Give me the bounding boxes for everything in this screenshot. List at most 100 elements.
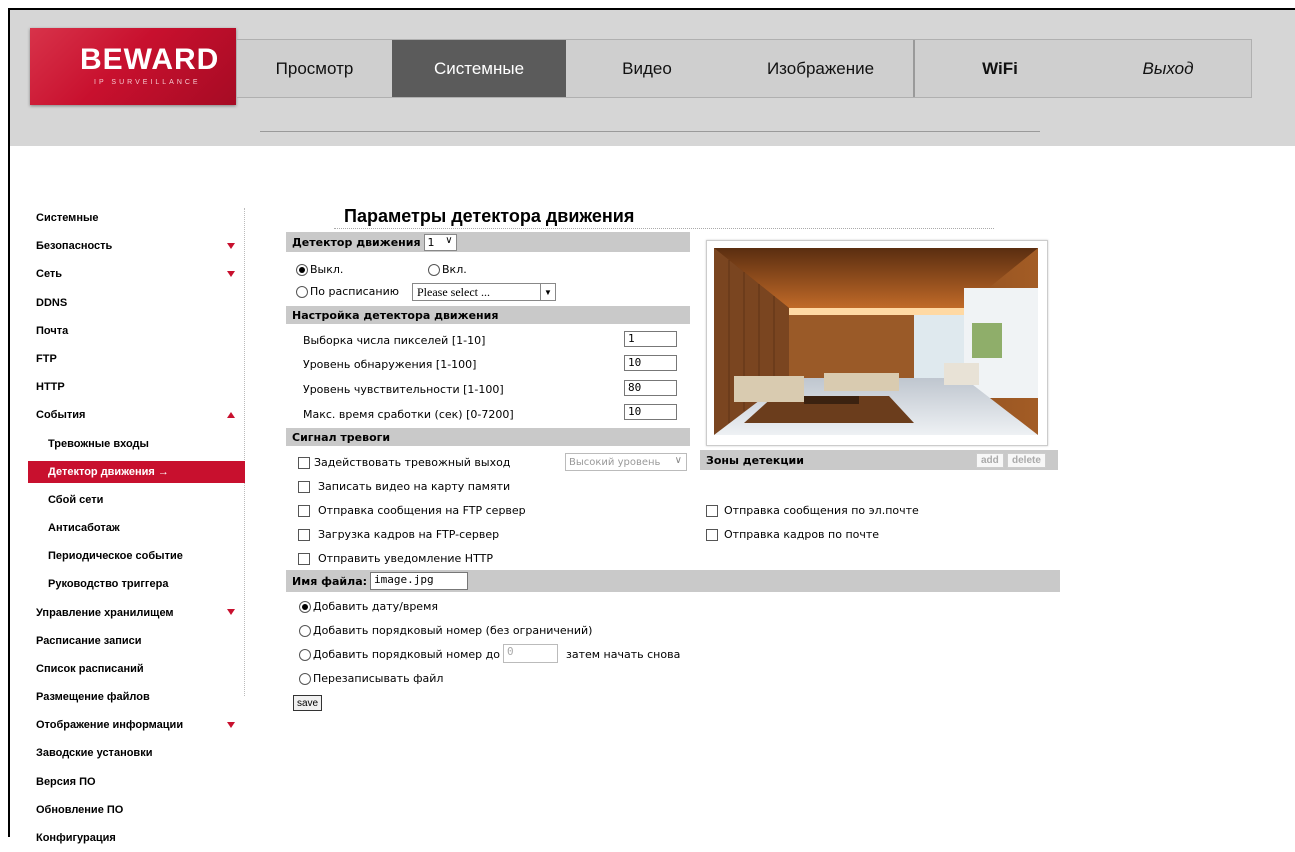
sidebar-item-label: Расписание записи xyxy=(36,634,142,647)
zones-header: Зоны детекции add delete xyxy=(700,450,1058,470)
param-input-max-time[interactable]: 10 xyxy=(624,404,677,420)
sidebar-item-label: DDNS xyxy=(36,296,68,309)
sidebar-item-label: Список расписаний xyxy=(36,662,144,675)
detector-select-value: 1 xyxy=(427,235,435,249)
beward-logo: BEWARD IP SURVEILLANCE xyxy=(30,28,236,105)
record-sd-checkbox[interactable] xyxy=(298,481,310,493)
page-title: Параметры детектора движения xyxy=(344,206,635,226)
sidebar-item-label: Руководство триггера xyxy=(48,578,169,591)
param-input-detection[interactable]: 10 xyxy=(624,355,677,371)
radio-off-label: Выкл. xyxy=(310,263,344,276)
sidebar-item-schedule-list[interactable]: Список расписаний xyxy=(28,655,245,683)
arrow-right-icon: → xyxy=(157,465,169,478)
alarm-output-checkbox[interactable] xyxy=(298,457,310,469)
sidebar-item-network[interactable]: Сеть xyxy=(28,260,245,288)
filename-input[interactable]: image.jpg xyxy=(370,572,469,590)
collapse-arrow-icon xyxy=(227,412,235,419)
radio-schedule-label: По расписанию xyxy=(310,285,399,298)
detector-label: Детектор движения xyxy=(292,235,421,249)
sidebar-item-label: Детектор движения xyxy=(48,465,155,478)
sidebar-item-firmware-update[interactable]: Обновление ПО xyxy=(28,796,245,824)
zones-label: Зоны детекции xyxy=(706,453,804,467)
filename-header: Имя файла: image.jpg xyxy=(286,570,1060,592)
sidebar-item-label: Безопасность xyxy=(36,240,113,253)
settings-header: Настройка детектора движения xyxy=(286,306,690,324)
record-sd-label: Записать видео на карту памяти xyxy=(318,480,511,493)
save-button[interactable]: save xyxy=(293,695,323,711)
tab-wifi[interactable]: WiFi xyxy=(913,40,1085,97)
sidebar-item-network-failure[interactable]: Сбой сети xyxy=(28,486,245,514)
chevron-down-icon: ∨ xyxy=(674,455,682,466)
sidebar-item-events[interactable]: События xyxy=(28,401,245,429)
detector-select[interactable]: 1 ∨ xyxy=(423,233,457,251)
radio-on[interactable] xyxy=(428,264,440,276)
radio-schedule[interactable] xyxy=(296,286,308,298)
expand-arrow-icon xyxy=(227,271,235,278)
sidebar-item-mail[interactable]: Почта xyxy=(28,317,245,345)
sidebar-item-http[interactable]: HTTP xyxy=(28,373,245,401)
email-message-label: Отправка сообщения по эл.почте xyxy=(724,504,919,517)
radio-overwrite[interactable] xyxy=(299,673,311,685)
param-label-sensitivity: Уровень чувствительности [1-100] xyxy=(303,383,504,396)
sidebar-item-label: Версия ПО xyxy=(36,775,96,788)
sidebar-item-motion-detector[interactable]: Детектор движения → xyxy=(28,460,245,483)
alarm-output-label: Задействовать тревожный выход xyxy=(314,456,511,469)
sidebar-item-trigger-guide[interactable]: Руководство триггера xyxy=(28,570,245,598)
add-zone-button[interactable]: add xyxy=(976,453,1004,468)
sidebar-item-ftp[interactable]: FTP xyxy=(28,345,245,373)
sidebar-item-label: Сеть xyxy=(36,268,63,281)
delete-zone-button[interactable]: delete xyxy=(1007,453,1046,468)
sidebar-item-configuration[interactable]: Конфигурация xyxy=(28,824,245,852)
sidebar-item-ddns[interactable]: DDNS xyxy=(28,289,245,317)
tab-video[interactable]: Видео xyxy=(566,40,728,97)
tab-view[interactable]: Просмотр xyxy=(237,40,392,97)
sidebar-item-label: FTP xyxy=(36,353,57,366)
tab-exit[interactable]: Выход xyxy=(1085,40,1251,97)
expand-arrow-icon xyxy=(227,243,235,250)
radio-seq-unlimited[interactable] xyxy=(299,625,311,637)
sidebar-item-label: Обновление ПО xyxy=(36,803,124,816)
sidebar: Системные Безопасность Сеть DDNS Почта F… xyxy=(28,204,245,852)
ftp-message-checkbox[interactable] xyxy=(298,505,310,517)
param-label-detection: Уровень обнаружения [1-100] xyxy=(303,358,477,371)
sidebar-item-storage[interactable]: Управление хранилищем xyxy=(28,598,245,626)
tab-image[interactable]: Изображение xyxy=(728,40,913,97)
sidebar-item-security[interactable]: Безопасность xyxy=(28,232,245,260)
alarm-level-value: Высокий уровень xyxy=(569,456,661,468)
sidebar-item-file-location[interactable]: Размещение файлов xyxy=(28,683,245,711)
param-label-max-time: Макс. время сработки (сек) [0-7200] xyxy=(303,408,514,421)
radio-add-datetime[interactable] xyxy=(299,601,311,613)
sidebar-item-info-display[interactable]: Отображение информации xyxy=(28,711,245,739)
sidebar-item-periodic-event[interactable]: Периодическое событие xyxy=(28,542,245,570)
radio-seq-to[interactable] xyxy=(299,649,311,661)
schedule-select[interactable]: Please select ... ▼ xyxy=(412,283,556,301)
sidebar-item-label: Размещение файлов xyxy=(36,691,150,704)
param-input-pixels[interactable]: 1 xyxy=(624,331,677,347)
email-frames-checkbox[interactable] xyxy=(706,529,718,541)
sidebar-item-label: Сбой сети xyxy=(48,493,104,506)
alarm-level-select[interactable]: Высокий уровень ∨ xyxy=(565,453,687,471)
sidebar-item-label: Заводские установки xyxy=(36,747,153,760)
sidebar-item-alarm-inputs[interactable]: Тревожные входы xyxy=(28,430,245,458)
radio-off[interactable] xyxy=(296,264,308,276)
seq-restart-label: затем начать снова xyxy=(566,648,681,661)
sidebar-item-record-schedule[interactable]: Расписание записи xyxy=(28,627,245,655)
top-nav: Просмотр Системные Видео Изображение WiF… xyxy=(236,39,1252,98)
sidebar-item-firmware-version[interactable]: Версия ПО xyxy=(28,768,245,796)
tab-system[interactable]: Системные xyxy=(392,40,566,97)
sidebar-item-system[interactable]: Системные xyxy=(28,204,245,232)
param-label-pixels: Выборка числа пикселей [1-10] xyxy=(303,334,486,347)
sidebar-item-label: Антисаботаж xyxy=(48,521,120,534)
seq-limit-input[interactable]: 0 xyxy=(503,644,558,663)
email-message-checkbox[interactable] xyxy=(706,505,718,517)
ftp-upload-checkbox[interactable] xyxy=(298,529,310,541)
sidebar-item-label: Системные xyxy=(36,212,99,225)
sidebar-item-factory-reset[interactable]: Заводские установки xyxy=(28,739,245,767)
detector-header: Детектор движения 1 ∨ xyxy=(286,232,690,252)
sidebar-item-label: Тревожные входы xyxy=(48,437,149,450)
http-notify-checkbox[interactable] xyxy=(298,553,310,565)
sidebar-item-tamper[interactable]: Антисаботаж xyxy=(28,514,245,542)
param-input-sensitivity[interactable]: 80 xyxy=(624,380,677,396)
email-frames-label: Отправка кадров по почте xyxy=(724,528,880,541)
filename-label: Имя файла: xyxy=(292,574,368,588)
